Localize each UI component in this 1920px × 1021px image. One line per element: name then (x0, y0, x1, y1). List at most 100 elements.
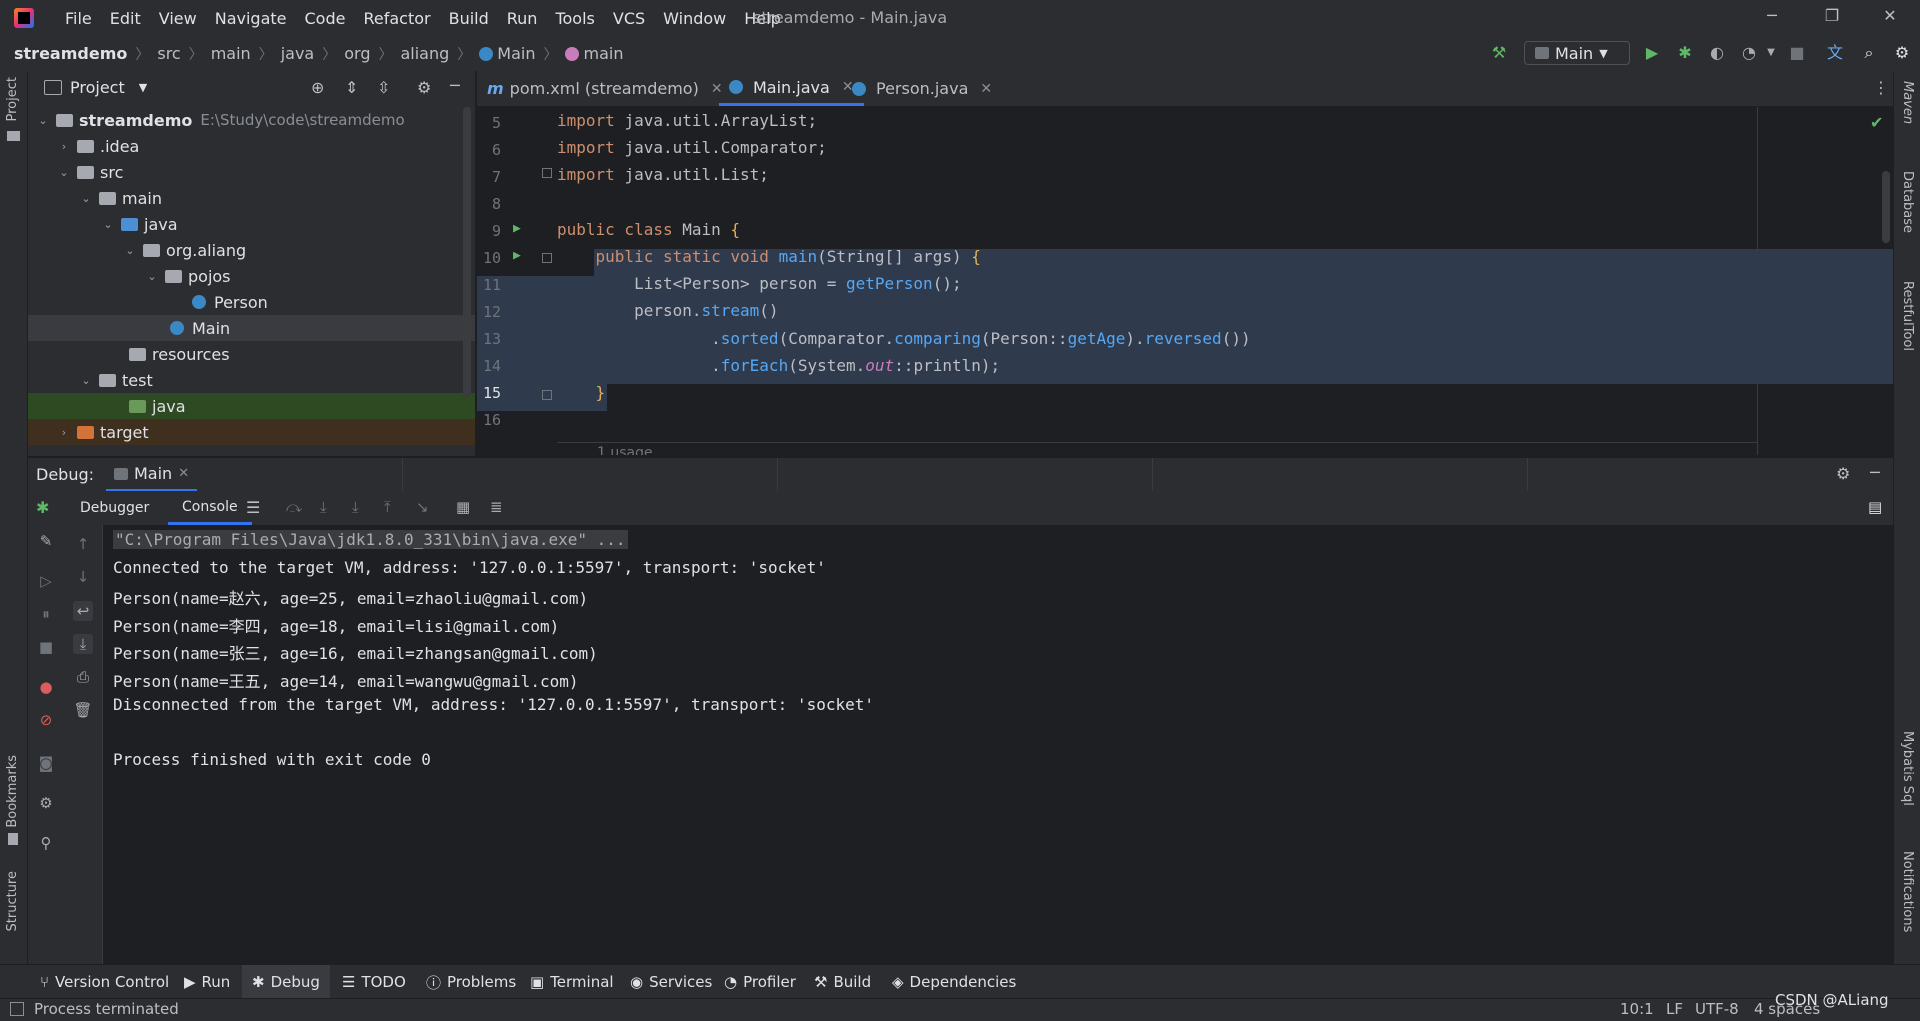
breadcrumb-item[interactable]: main (583, 44, 623, 63)
tree-item[interactable]: ⌄ streamdemo E:\Study\code\streamdemo (28, 107, 475, 133)
close-tab-icon[interactable]: ✕ (980, 81, 992, 97)
inspection-ok-icon[interactable]: ✔ (1870, 113, 1883, 132)
locate-icon[interactable]: ⊕ (311, 78, 324, 97)
line-separator[interactable]: LF (1666, 1000, 1683, 1018)
menu-code[interactable]: Code (296, 9, 355, 28)
menu-build[interactable]: Build (440, 9, 498, 28)
step-out-icon[interactable]: ⤒ (384, 498, 391, 516)
bookmarks-tool-button[interactable]: Bookmarks (5, 755, 20, 828)
breadcrumb-item[interactable]: streamdemo (14, 44, 127, 63)
code-line[interactable]: public class Main { (557, 216, 740, 243)
project-panel-title[interactable]: Project (70, 78, 125, 97)
console-line[interactable]: "C:\Program Files\Java\jdk1.8.0_331\bin\… (113, 530, 628, 549)
chevron-down-icon[interactable]: ⌄ (79, 192, 93, 205)
arrow-up-icon[interactable]: ↑ (73, 534, 93, 554)
fold-marker-icon[interactable] (542, 390, 552, 400)
menu-run[interactable]: Run (498, 9, 547, 28)
menu-lines-icon[interactable]: ☰ (246, 498, 260, 517)
hide-panel-icon[interactable]: ─ (450, 76, 460, 95)
tree-item[interactable]: Main (28, 315, 475, 341)
tab-debugger[interactable]: Debugger (80, 500, 149, 516)
menu-view[interactable]: View (150, 9, 206, 28)
structure-tool-button[interactable]: Structure (5, 871, 20, 931)
tool-build[interactable]: ⚒ Build (814, 965, 871, 999)
breadcrumb-item[interactable]: src (157, 44, 180, 63)
scroll-to-end-icon[interactable]: ⤓ (73, 634, 93, 654)
search-icon[interactable]: ⌕ (1860, 44, 1878, 62)
settings-gear-icon[interactable]: ⚙ (36, 793, 56, 813)
breadcrumb-item[interactable]: Main (497, 44, 535, 63)
tree-item[interactable]: resources (28, 341, 475, 367)
toggle-tool-windows-icon[interactable] (10, 1002, 24, 1016)
code-editor[interactable]: 5 6 7 8 9 10 11 12 13 14 15 16 ▶ ▶ impor… (477, 107, 1893, 455)
tree-item[interactable]: ⌄ org.aliang (28, 237, 475, 263)
more-run-chevron-icon[interactable]: ▼ (1762, 44, 1780, 62)
chevron-right-icon[interactable]: › (57, 426, 71, 439)
modify-run-config-wrench-icon[interactable]: ✎ (36, 531, 56, 551)
print-icon[interactable]: ⎙ (73, 667, 93, 687)
chevron-down-icon[interactable]: ⌄ (123, 244, 137, 257)
code-line[interactable]: import java.util.List; (557, 161, 769, 188)
fold-marker-icon[interactable] (542, 168, 552, 178)
minimize-icon[interactable]: ─ (1758, 6, 1786, 30)
tool-problems[interactable]: ⓘ Problems (426, 965, 516, 999)
tree-item[interactable]: ⌄ src (28, 159, 475, 185)
tool-run[interactable]: ▶ Run (184, 965, 230, 999)
file-encoding[interactable]: UTF-8 (1695, 1000, 1739, 1018)
tab-pom-xml[interactable]: m pom.xml (streamdemo) ✕ (487, 71, 723, 106)
collapse-all-icon[interactable]: ⇳ (377, 78, 390, 97)
run-configuration-select[interactable]: Main ▼ (1524, 41, 1630, 65)
tool-services[interactable]: ◉ Services (630, 965, 712, 999)
tab-main-java[interactable]: Main.java ✕ (719, 71, 864, 106)
fold-marker-icon[interactable] (542, 253, 552, 263)
close-tab-icon[interactable]: ✕ (178, 466, 189, 481)
pin-icon[interactable]: ⚲ (36, 833, 56, 853)
chevron-down-icon[interactable]: ⌄ (36, 114, 50, 127)
step-over-icon[interactable]: ⤼ (286, 498, 302, 516)
maven-tool-button[interactable]: Maven (1900, 81, 1915, 124)
menu-tools[interactable]: Tools (546, 9, 603, 28)
code-line[interactable]: import java.util.ArrayList; (557, 107, 817, 134)
chevron-down-icon[interactable]: ▼ (139, 81, 147, 94)
arrow-down-icon[interactable]: ↓ (73, 567, 93, 587)
intellij-logo-icon[interactable] (14, 8, 34, 28)
chevron-right-icon[interactable]: › (57, 140, 71, 153)
close-icon[interactable]: ✕ (1876, 6, 1904, 30)
view-breakpoints-icon[interactable]: ● (36, 677, 56, 697)
chevron-down-icon[interactable]: ⌄ (145, 270, 159, 283)
tool-terminal[interactable]: ▣ Terminal (530, 965, 614, 999)
usage-hint[interactable]: 1 usage (597, 445, 653, 455)
code-line[interactable]: List<Person> person = getPerson(); (557, 270, 962, 297)
status-message[interactable]: Process terminated (34, 1000, 179, 1018)
mute-breakpoints-icon[interactable]: ⊘ (36, 710, 56, 730)
force-step-into-icon[interactable]: ⤓ (352, 498, 359, 516)
tool-dependencies[interactable]: ◈ Dependencies (892, 965, 1016, 999)
menu-file[interactable]: File (56, 9, 101, 28)
caret-position[interactable]: 10:1 (1620, 1000, 1654, 1018)
chevron-down-icon[interactable]: ⌄ (57, 166, 71, 179)
chevron-down-icon[interactable]: ⌄ (79, 374, 93, 387)
menu-vcs[interactable]: VCS (604, 9, 654, 28)
tree-item[interactable]: java (28, 393, 475, 419)
breadcrumb-item[interactable]: java (281, 44, 315, 63)
translate-icon[interactable]: 文 (1826, 44, 1844, 62)
tree-item[interactable]: ⌄ test (28, 367, 475, 393)
camera-icon[interactable]: ◙ (36, 753, 56, 773)
tree-item[interactable]: ⌄ java (28, 211, 475, 237)
stop-icon[interactable]: ■ (36, 637, 56, 657)
debug-session-tab[interactable]: Main ✕ (106, 458, 198, 492)
evaluate-table-icon[interactable]: ▦ (456, 498, 470, 516)
options-gear-icon[interactable]: ⚙ (417, 78, 431, 97)
debug-bug-icon[interactable]: ✱ (1676, 44, 1694, 62)
code-line[interactable]: } (557, 379, 606, 406)
notifications-tool-button[interactable]: Notifications (1900, 851, 1915, 932)
tree-item[interactable]: ⌄ main (28, 185, 475, 211)
tab-console[interactable]: Console (168, 491, 252, 525)
restfultool-tool-button[interactable]: RestfulTool (1900, 281, 1915, 351)
layout-settings-icon[interactable]: ▤ (1868, 498, 1882, 516)
run-icon[interactable]: ▶ (1643, 44, 1661, 62)
tool-version-control[interactable]: ⑂ Version Control (40, 965, 169, 999)
hide-panel-icon[interactable]: ─ (1870, 463, 1880, 482)
restore-icon[interactable]: ❐ (1818, 6, 1846, 30)
settings-gear-icon[interactable]: ⚙ (1836, 464, 1850, 483)
